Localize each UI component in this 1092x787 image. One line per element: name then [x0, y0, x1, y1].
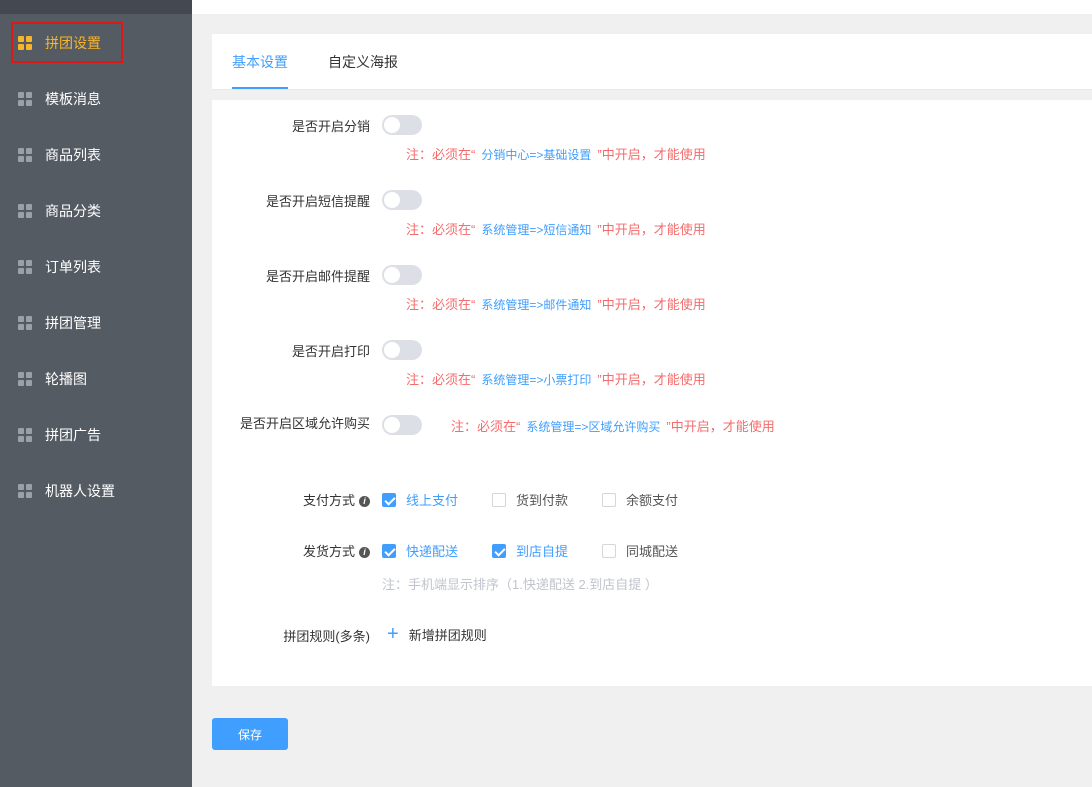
checkbox-box [602, 543, 616, 558]
checkbox-label: 线上支付 [406, 493, 459, 508]
note-path-link: 系统管理=>短信通知 [481, 223, 592, 237]
sidebar-item-product-list[interactable]: 商品列表 [0, 127, 192, 183]
grid-icon [18, 484, 32, 498]
region-purchase-label: 是否开启区域允许购买 [239, 416, 370, 431]
grid-icon [18, 428, 32, 442]
checkbox-box [602, 492, 616, 507]
grid-icon [18, 36, 32, 50]
sidebar-item-label: 拼团管理 [45, 315, 101, 331]
add-group-buy-rule-button[interactable]: + 新增拼团规则 [387, 624, 487, 644]
info-icon[interactable]: i [359, 496, 370, 508]
email-label: 是否开启邮件提醒 [265, 269, 370, 284]
distribution-switch[interactable] [382, 115, 422, 135]
sms-switch[interactable] [382, 190, 422, 210]
group-buy-rules-label: 拼团规则(多条) [283, 629, 370, 644]
save-button[interactable]: 保存 [212, 718, 288, 750]
delivery-method-label: 发货方式 i [303, 541, 370, 560]
checkbox-box [382, 543, 396, 558]
checkbox-label: 到店自提 [516, 544, 569, 559]
payment-balance-checkbox[interactable]: 余额支付 [602, 490, 678, 509]
sidebar-item-group-buy-management[interactable]: 拼团管理 [0, 295, 192, 351]
distribution-label: 是否开启分销 [291, 119, 370, 134]
note-suffix: ”中开启，才能使用 [597, 222, 706, 237]
sidebar-item-order-list[interactable]: 订单列表 [0, 239, 192, 295]
sidebar-item-group-buy-settings[interactable]: 拼团设置 [0, 15, 192, 71]
tab-custom-poster[interactable]: 自定义海报 [328, 34, 398, 90]
sidebar-item-label: 拼团设置 [45, 35, 101, 51]
plus-icon: + [387, 623, 399, 645]
grid-icon [18, 148, 32, 162]
tab-basic-settings[interactable]: 基本设置 [232, 34, 288, 90]
note-prefix: 注：必须在“ [406, 147, 476, 162]
region-purchase-note: 注：必须在“ 系统管理=>区域允许购买 ”中开启，才能使用 [451, 416, 775, 435]
sidebar-item-label: 拼团广告 [45, 427, 101, 443]
payment-method-label-text: 支付方式 [302, 493, 355, 508]
email-switch[interactable] [382, 265, 422, 285]
sms-note: 注：必须在“ 系统管理=>短信通知 ”中开启，才能使用 [406, 219, 706, 238]
note-suffix: ”中开启，才能使用 [597, 297, 706, 312]
payment-online-checkbox[interactable]: 线上支付 [382, 490, 458, 509]
grid-icon [18, 372, 32, 386]
email-note: 注：必须在“ 系统管理=>邮件通知 ”中开启，才能使用 [406, 294, 706, 313]
sidebar-item-label: 机器人设置 [45, 483, 115, 499]
settings-form: 是否开启分销 注：必须在“ 分销中心=>基础设置 ”中开启，才能使用 是否开启短信提… [212, 100, 1092, 686]
grid-icon [18, 260, 32, 274]
sidebar-item-label: 商品分类 [45, 203, 101, 219]
checkbox-label: 货到付款 [516, 493, 569, 508]
tab-bar: 基本设置 自定义海报 [212, 34, 1092, 90]
print-switch[interactable] [382, 340, 422, 360]
note-suffix: ”中开启，才能使用 [597, 147, 706, 162]
grid-icon [18, 92, 32, 106]
note-path-link: 系统管理=>邮件通知 [481, 298, 592, 312]
print-label: 是否开启打印 [291, 344, 370, 359]
sidebar-item-carousel[interactable]: 轮播图 [0, 351, 192, 407]
checkbox-label: 同城配送 [626, 544, 679, 559]
delivery-express-checkbox[interactable]: 快递配送 [382, 541, 458, 560]
delivery-pickup-checkbox[interactable]: 到店自提 [492, 541, 568, 560]
note-path-link: 系统管理=>小票打印 [481, 373, 592, 387]
sms-label: 是否开启短信提醒 [265, 194, 370, 209]
grid-icon [18, 316, 32, 330]
note-prefix: 注：必须在“ [406, 372, 476, 387]
grid-icon [18, 204, 32, 218]
active-tab-indicator [232, 87, 288, 89]
sidebar-topbar [0, 0, 192, 14]
payment-cod-checkbox[interactable]: 货到付款 [492, 490, 568, 509]
add-rule-label: 新增拼团规则 [408, 627, 487, 643]
checkbox-label: 快递配送 [406, 544, 459, 559]
sidebar-item-template-messages[interactable]: 模板消息 [0, 71, 192, 127]
sidebar-item-label: 商品列表 [45, 147, 101, 163]
checkbox-box [382, 492, 396, 507]
region-purchase-switch[interactable] [382, 415, 422, 435]
print-note: 注：必须在“ 系统管理=>小票打印 ”中开启，才能使用 [406, 369, 706, 388]
checkbox-box [492, 492, 506, 507]
sidebar: 拼团设置 模板消息 商品列表 商品分类 订单列表 拼团管理 轮播图 拼团广告 机… [0, 0, 192, 787]
note-suffix: ”中开启，才能使用 [666, 419, 775, 434]
checkbox-label: 余额支付 [626, 493, 679, 508]
sidebar-item-group-buy-ads[interactable]: 拼团广告 [0, 407, 192, 463]
note-path-link: 系统管理=>区域允许购买 [526, 420, 661, 434]
sidebar-item-label: 轮播图 [45, 371, 87, 387]
info-icon[interactable]: i [359, 547, 370, 559]
sidebar-item-robot-settings[interactable]: 机器人设置 [0, 463, 192, 519]
top-bar [192, 0, 1092, 14]
note-suffix: ”中开启，才能使用 [597, 372, 706, 387]
checkbox-box [492, 543, 506, 558]
delivery-same-city-checkbox[interactable]: 同城配送 [602, 541, 678, 560]
distribution-note: 注：必须在“ 分销中心=>基础设置 ”中开启，才能使用 [406, 144, 706, 163]
note-prefix: 注：必须在“ [406, 297, 476, 312]
note-prefix: 注：必须在“ [406, 222, 476, 237]
delivery-order-hint: 注：手机端显示排序（1.快递配送 2.到店自提 ） [382, 577, 658, 592]
sidebar-item-label: 模板消息 [45, 91, 101, 107]
note-path-link: 分销中心=>基础设置 [481, 148, 592, 162]
note-prefix: 注：必须在“ [451, 419, 521, 434]
payment-method-label: 支付方式 i [303, 490, 370, 509]
sidebar-item-product-categories[interactable]: 商品分类 [0, 183, 192, 239]
sidebar-item-label: 订单列表 [45, 259, 101, 275]
delivery-method-label-text: 发货方式 [302, 544, 355, 559]
